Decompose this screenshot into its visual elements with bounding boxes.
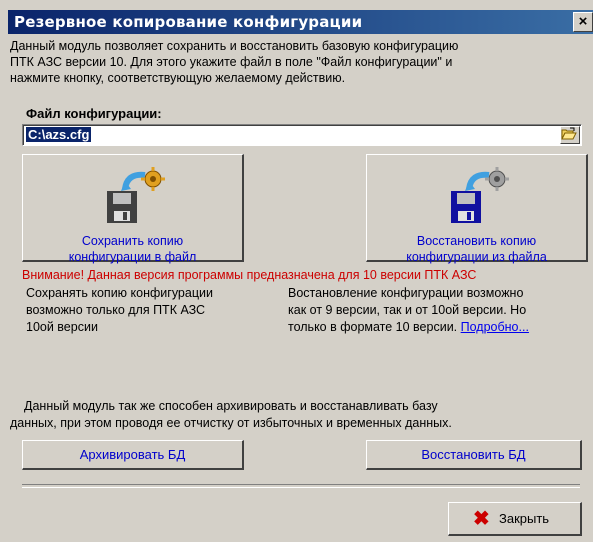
backup-config-window: Резервное копирование конфигурации × Дан… <box>0 0 593 542</box>
config-file-input[interactable]: C:\azs.cfg <box>22 124 582 146</box>
save-note-line-1: Сохранять копию конфигурации <box>26 286 213 300</box>
database-text: Данный модуль так же способен архивирова… <box>10 398 590 432</box>
restore-note-line-3-text: только в формате 10 версии. <box>288 320 458 334</box>
file-field-label: Файл конфигурации: <box>26 106 162 121</box>
separator <box>22 484 580 488</box>
restore-config-button[interactable]: Восстановить копию конфигурации из файла <box>366 154 588 265</box>
archive-db-button[interactable]: Архивировать БД <box>22 440 244 470</box>
intro-text: Данный модуль позволяет сохранить и восс… <box>10 38 590 86</box>
restore-note-line-3: только в формате 10 версии. Подробно... <box>288 319 593 336</box>
save-note-line-3: 10ой версии <box>26 320 98 334</box>
close-button-label: Закрыть <box>499 511 550 526</box>
close-button[interactable]: ✖ Закрыть <box>448 502 582 536</box>
browse-file-button[interactable] <box>560 126 580 144</box>
floppy-save-icon <box>107 167 165 223</box>
title-bar: Резервное копирование конфигурации × <box>8 10 593 34</box>
window-title: Резервное копирование конфигурации <box>14 13 363 31</box>
intro-line-3: нажмите кнопку, соответствующую желаемом… <box>10 71 346 85</box>
restore-config-label: Восстановить копию конфигурации из файла <box>367 233 586 265</box>
close-x-icon: ✖ <box>473 508 490 530</box>
intro-line-2: ПТК АЗС версии 10. Для этого укажите фай… <box>10 55 453 69</box>
close-window-button[interactable]: × <box>573 12 593 32</box>
database-text-line-2: данных, при этом проводя ее отчистку от … <box>10 416 452 430</box>
save-config-button[interactable]: Сохранить копию конфигурации в файл <box>22 154 244 265</box>
folder-open-icon <box>561 127 577 140</box>
version-warning: Внимание! Данная версия программы предна… <box>22 268 477 282</box>
save-config-label-line-2: конфигурации в файл <box>68 250 197 264</box>
save-note: Сохранять копию конфигурации возможно то… <box>26 285 266 336</box>
save-note-line-2: возможно только для ПТК АЗС <box>26 303 206 317</box>
config-file-value[interactable]: C:\azs.cfg <box>26 127 92 142</box>
floppy-restore-icon <box>451 167 509 223</box>
save-config-label-line-1: Сохранить копию <box>81 234 184 248</box>
restore-config-label-line-2: конфигурации из файла <box>406 250 547 264</box>
restore-db-button[interactable]: Восстановить БД <box>366 440 582 470</box>
restore-config-label-line-1: Восстановить копию <box>416 234 537 248</box>
database-text-line-1: Данный модуль так же способен архивирова… <box>24 399 438 413</box>
save-config-label: Сохранить копию конфигурации в файл <box>23 233 242 265</box>
restore-note-line-2: как от 9 версии, так и от 10ой версии. Н… <box>288 303 527 317</box>
details-link[interactable]: Подробно... <box>461 320 529 334</box>
restore-note-line-1: Востановление конфигурации возможно <box>288 286 524 300</box>
intro-line-1: Данный модуль позволяет сохранить и восс… <box>10 39 459 53</box>
restore-note: Востановление конфигурации возможно как … <box>288 285 593 336</box>
